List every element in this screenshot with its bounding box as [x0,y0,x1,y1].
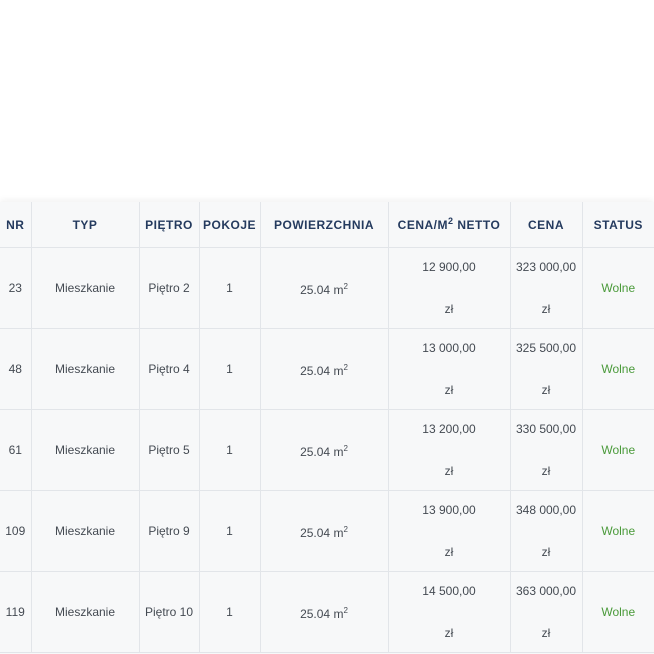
cell-rooms: 1 [199,571,261,653]
price-value: 348 000,00 [515,503,577,517]
cell-floor: Piętro 4 [139,328,200,410]
cell-typ: Mieszkanie [31,571,140,653]
currency-label: zł [444,383,454,397]
cell-rooms: 1 [199,328,261,410]
apartments-table: NR TYP PIĘTRO POKOJE POWIERZCHNIA CENA/M… [0,202,654,653]
table-row[interactable]: 23 Mieszkanie Piętro 2 1 25.04 m2 12 900,00 zł… [0,247,654,329]
area-unit-sup: 2 [343,525,348,534]
cell-area: 25.04 m2 [260,490,389,572]
cell-nr: 109 [0,490,32,572]
cell-price-per-m2: 13 900,00 zł [388,490,511,572]
cell-price-per-m2: 14 500,00 zł [388,571,511,653]
table-row[interactable]: 119 Mieszkanie Piętro 10 1 25.04 m2 14 500,00… [0,571,654,653]
cell-price: 363 000,00 zł [510,571,583,653]
cell-typ: Mieszkanie [31,490,140,572]
price-per-m2-value: 13 000,00 [422,341,476,355]
column-header-status[interactable]: STATUS [582,202,654,248]
cell-status: Wolne [582,247,654,329]
cell-price-per-m2: 13 200,00 zł [388,409,511,491]
price-per-m2-suffix: NETTO [453,217,501,232]
currency-label: zł [444,302,454,316]
cell-price: 323 000,00 zł [510,247,583,329]
cell-typ: Mieszkanie [31,409,140,491]
currency-label: zł [541,464,551,478]
column-header-rooms[interactable]: POKOJE [199,202,261,248]
price-per-m2-value: 14 500,00 [422,584,476,598]
price-per-m2-value: 13 200,00 [422,422,476,436]
cell-floor: Piętro 9 [139,490,200,572]
cell-price: 348 000,00 zł [510,490,583,572]
price-value: 323 000,00 [515,260,577,274]
area-unit: m [333,445,344,459]
area-unit-sup: 2 [343,444,348,453]
cell-price-per-m2: 13 000,00 zł [388,328,511,410]
cell-price: 325 500,00 zł [510,328,583,410]
area-unit-sup: 2 [343,606,348,615]
currency-label: zł [541,626,551,640]
currency-label: zł [541,383,551,397]
column-header-area[interactable]: POWIERZCHNIA [260,202,389,248]
cell-price: 330 500,00 zł [510,409,583,491]
currency-label: zł [444,464,454,478]
cell-rooms: 1 [199,409,261,491]
cell-nr: 23 [0,247,32,329]
cell-area: 25.04 m2 [260,328,389,410]
cell-area: 25.04 m2 [260,247,389,329]
area-value: 25.04 [300,364,331,378]
currency-label: zł [444,545,454,559]
price-per-m2-value: 12 900,00 [422,260,476,274]
column-header-floor[interactable]: PIĘTRO [139,202,200,248]
cell-nr: 119 [0,571,32,653]
cell-area: 25.04 m2 [260,571,389,653]
cell-status: Wolne [582,571,654,653]
cell-floor: Piętro 5 [139,409,200,491]
cell-nr: 61 [0,409,32,491]
column-header-price-per-m2[interactable]: CENA/M2 NETTO [388,202,511,248]
cell-floor: Piętro 2 [139,247,200,329]
currency-label: zł [541,545,551,559]
cell-rooms: 1 [199,247,261,329]
price-value: 325 500,00 [515,341,577,355]
price-value: 330 500,00 [515,422,577,436]
area-value: 25.04 [300,283,331,297]
price-per-m2-value: 13 900,00 [422,503,476,517]
cell-rooms: 1 [199,490,261,572]
cell-status: Wolne [582,328,654,410]
cell-nr: 48 [0,328,32,410]
area-value: 25.04 [300,445,331,459]
area-value: 25.04 [300,607,331,621]
currency-label: zł [541,302,551,316]
cell-typ: Mieszkanie [31,328,140,410]
price-value: 363 000,00 [515,584,577,598]
area-unit: m [333,283,344,297]
table-row[interactable]: 61 Mieszkanie Piętro 5 1 25.04 m2 13 200,00 zł… [0,409,654,491]
cell-price-per-m2: 12 900,00 zł [388,247,511,329]
area-unit: m [333,364,344,378]
column-header-price[interactable]: CENA [510,202,583,248]
cell-status: Wolne [582,409,654,491]
area-unit-sup: 2 [343,363,348,372]
area-value: 25.04 [300,526,331,540]
cell-status: Wolne [582,490,654,572]
cell-typ: Mieszkanie [31,247,140,329]
column-header-nr[interactable]: NR [0,202,32,248]
price-per-m2-prefix: CENA/M [397,217,449,232]
column-header-typ[interactable]: TYP [31,202,140,248]
cell-area: 25.04 m2 [260,409,389,491]
table-header-row: NR TYP PIĘTRO POKOJE POWIERZCHNIA CENA/M… [0,202,654,248]
area-unit: m [333,526,344,540]
page: NR TYP PIĘTRO POKOJE POWIERZCHNIA CENA/M… [0,0,654,654]
currency-label: zł [444,626,454,640]
area-unit-sup: 2 [343,282,348,291]
area-unit: m [333,607,344,621]
cell-floor: Piętro 10 [139,571,200,653]
table-row[interactable]: 109 Mieszkanie Piętro 9 1 25.04 m2 13 900,00 z… [0,490,654,572]
table-row[interactable]: 48 Mieszkanie Piętro 4 1 25.04 m2 13 000,00 zł… [0,328,654,410]
apartments-table-container: NR TYP PIĘTRO POKOJE POWIERZCHNIA CENA/M… [0,202,654,654]
